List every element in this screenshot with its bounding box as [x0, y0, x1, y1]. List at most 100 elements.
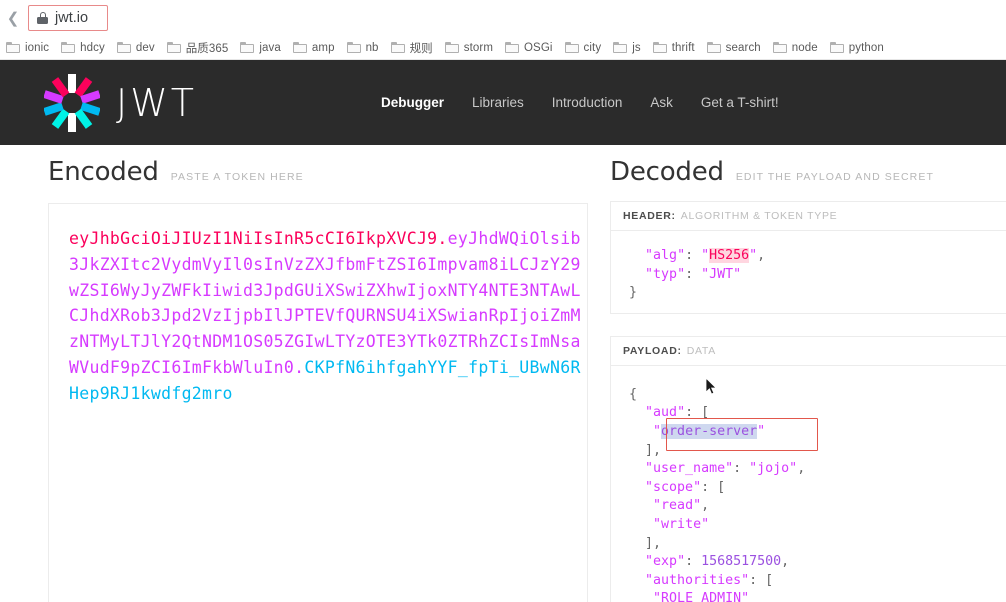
bookmark-storm[interactable]: storm	[444, 41, 494, 54]
bookmark-label: dev	[135, 41, 155, 54]
payload-opening-brace: {	[629, 386, 638, 402]
address-bar-url: jwt.io	[55, 10, 89, 26]
encoded-token-text: eyJhbGciOiJIUzI1NiIsInR5cCI6IkpXVCJ9.eyJ…	[69, 226, 587, 407]
bookmark-label: amp	[311, 41, 335, 54]
bookmark-label: OSGi	[524, 41, 553, 54]
decoded-header-panel: HEADER: ALGORITHM & TOKEN TYPE "alg": "H…	[610, 201, 1006, 314]
header-caption-label: HEADER:	[623, 210, 676, 222]
bookmark-label: 规则	[409, 42, 433, 55]
address-bar[interactable]: jwt.io	[28, 5, 108, 31]
folder-icon	[346, 42, 361, 53]
encoded-heading: Encoded PASTE A TOKEN HERE	[0, 145, 600, 187]
nav-link-debugger[interactable]: Debugger	[381, 95, 444, 110]
bookmark-java[interactable]: java	[240, 42, 281, 54]
bookmark-label: thrift	[671, 41, 695, 54]
nav-link-libraries[interactable]: Libraries	[472, 95, 524, 110]
payload-scope-value-write: write	[661, 516, 702, 532]
folder-icon	[829, 42, 844, 53]
folder-icon	[772, 42, 787, 53]
bookmark-js[interactable]: js	[613, 42, 641, 54]
header-caption-description: ALGORITHM & TOKEN TYPE	[680, 210, 838, 222]
bookmark-nb[interactable]: nb	[346, 41, 379, 54]
folder-icon	[444, 42, 459, 53]
header-alg-key: alg	[653, 248, 678, 263]
decoded-header-code[interactable]: "alg": "HS256", "typ": "JWT" }	[611, 231, 1006, 313]
encoded-token-input[interactable]: eyJhbGciOiJIUzI1NiIsInR5cCI6IkpXVCJ9.eyJ…	[48, 203, 588, 602]
folder-icon	[166, 42, 181, 53]
decoded-subtitle: EDIT THE PAYLOAD AND SECRET	[735, 171, 934, 183]
bookmark-city[interactable]: city	[564, 41, 602, 54]
bookmark-osgi[interactable]: OSGi	[505, 42, 553, 54]
bookmark-ionic[interactable]: ionic	[6, 42, 49, 54]
payload-exp-value: 1568517500	[701, 554, 782, 570]
folder-icon	[390, 42, 405, 53]
site-nav-links: Debugger Libraries Introduction Ask Get …	[381, 95, 807, 110]
decoded-column: Decoded EDIT THE PAYLOAD AND SECRET HEAD…	[600, 145, 1006, 602]
payload-user-name-value: jojo	[757, 461, 790, 477]
payload-scope-key: scope	[653, 479, 694, 495]
bookmark-hdcy[interactable]: hdcy	[61, 42, 105, 54]
folder-icon	[292, 42, 307, 53]
browser-url-bar-row: ❮ jwt.io	[0, 0, 1006, 36]
decoded-payload-code[interactable]: { "aud": [ "order-server" ], "user_name"…	[611, 366, 1006, 602]
bookmark-search[interactable]: search	[706, 41, 761, 54]
nav-link-ask[interactable]: Ask	[650, 95, 673, 110]
bookmark-label: search	[725, 41, 761, 54]
folder-icon	[240, 42, 255, 53]
folder-icon	[652, 42, 667, 53]
folder-icon	[61, 42, 76, 53]
bookmark-python[interactable]: python	[829, 42, 884, 54]
encoded-subtitle: PASTE A TOKEN HERE	[170, 171, 304, 183]
header-typ-key: typ	[653, 266, 678, 282]
bookmark-label: ionic	[25, 41, 50, 54]
bookmark-label: js	[632, 41, 641, 54]
encoded-title: Encoded	[48, 157, 159, 187]
token-separator-2: .	[294, 357, 305, 377]
token-separator-1: .	[437, 229, 448, 248]
folder-icon	[706, 42, 721, 53]
nav-link-introduction[interactable]: Introduction	[552, 95, 623, 110]
site-logo[interactable]: JWT	[44, 73, 197, 132]
back-arrow-icon[interactable]: ❮	[2, 11, 24, 26]
payload-authorities-value: ROLE_ADMIN	[661, 591, 742, 602]
nav-link-get-a-tshirt[interactable]: Get a T-shirt!	[701, 95, 779, 110]
bookmark-dev[interactable]: dev	[116, 41, 155, 54]
bookmark-pinzhi365[interactable]: 品质365	[166, 40, 229, 56]
encoded-column: Encoded PASTE A TOKEN HERE eyJhbGciOiJIU…	[0, 145, 600, 602]
payload-user-name-key: user_name	[653, 461, 726, 477]
header-typ-value: JWT	[709, 266, 734, 282]
bookmark-label: java	[259, 41, 281, 54]
payload-panel-caption: PAYLOAD: DATA	[611, 336, 1006, 366]
bookmark-guize[interactable]: 规则	[390, 40, 433, 56]
payload-exp-key: exp	[653, 554, 678, 570]
bookmarks-bar: ionic hdcy dev 品质365 java amp nb 规则 stor…	[0, 36, 1006, 60]
decoded-title: Decoded	[610, 157, 724, 187]
bookmark-thrift[interactable]: thrift	[652, 41, 695, 54]
site-navbar: JWT Debugger Libraries Introduction Ask …	[0, 60, 1006, 145]
bookmark-label: storm	[463, 41, 494, 54]
bookmark-label: hdcy	[80, 41, 105, 54]
header-closing-brace: }	[629, 285, 638, 301]
token-payload-part: eyJhdWQiOlsib3JkZXItc2VydmVyIl0sInVzZXJf…	[69, 229, 581, 377]
bookmark-node[interactable]: node	[772, 41, 818, 54]
bookmark-label: node	[791, 41, 818, 54]
bookmark-label: 品质365	[185, 42, 229, 55]
payload-aud-key: aud	[653, 405, 678, 421]
browser-chrome: ❮ jwt.io ionic hdcy dev 品质365 java amp n…	[0, 0, 1006, 60]
folder-icon	[116, 42, 131, 53]
folder-icon	[6, 42, 20, 53]
decoded-payload-panel: PAYLOAD: DATA { "aud": [ "order-server" …	[610, 335, 1006, 602]
lock-icon	[37, 12, 48, 24]
bookmark-label: city	[583, 41, 602, 54]
payload-authorities-key: authorities	[653, 572, 742, 588]
bookmark-label: nb	[365, 41, 379, 54]
jwt-starburst-logo-icon	[44, 73, 100, 132]
folder-icon	[564, 42, 579, 53]
bookmark-amp[interactable]: amp	[292, 41, 335, 54]
decoded-heading: Decoded EDIT THE PAYLOAD AND SECRET	[600, 145, 1006, 187]
payload-scope-value-read: read	[661, 498, 694, 514]
payload-caption-description: DATA	[686, 344, 716, 357]
payload-caption-label: PAYLOAD:	[623, 344, 682, 357]
debugger-main: Encoded PASTE A TOKEN HERE eyJhbGciOiJIU…	[0, 145, 1006, 602]
payload-aud-value: order-server	[661, 423, 758, 439]
